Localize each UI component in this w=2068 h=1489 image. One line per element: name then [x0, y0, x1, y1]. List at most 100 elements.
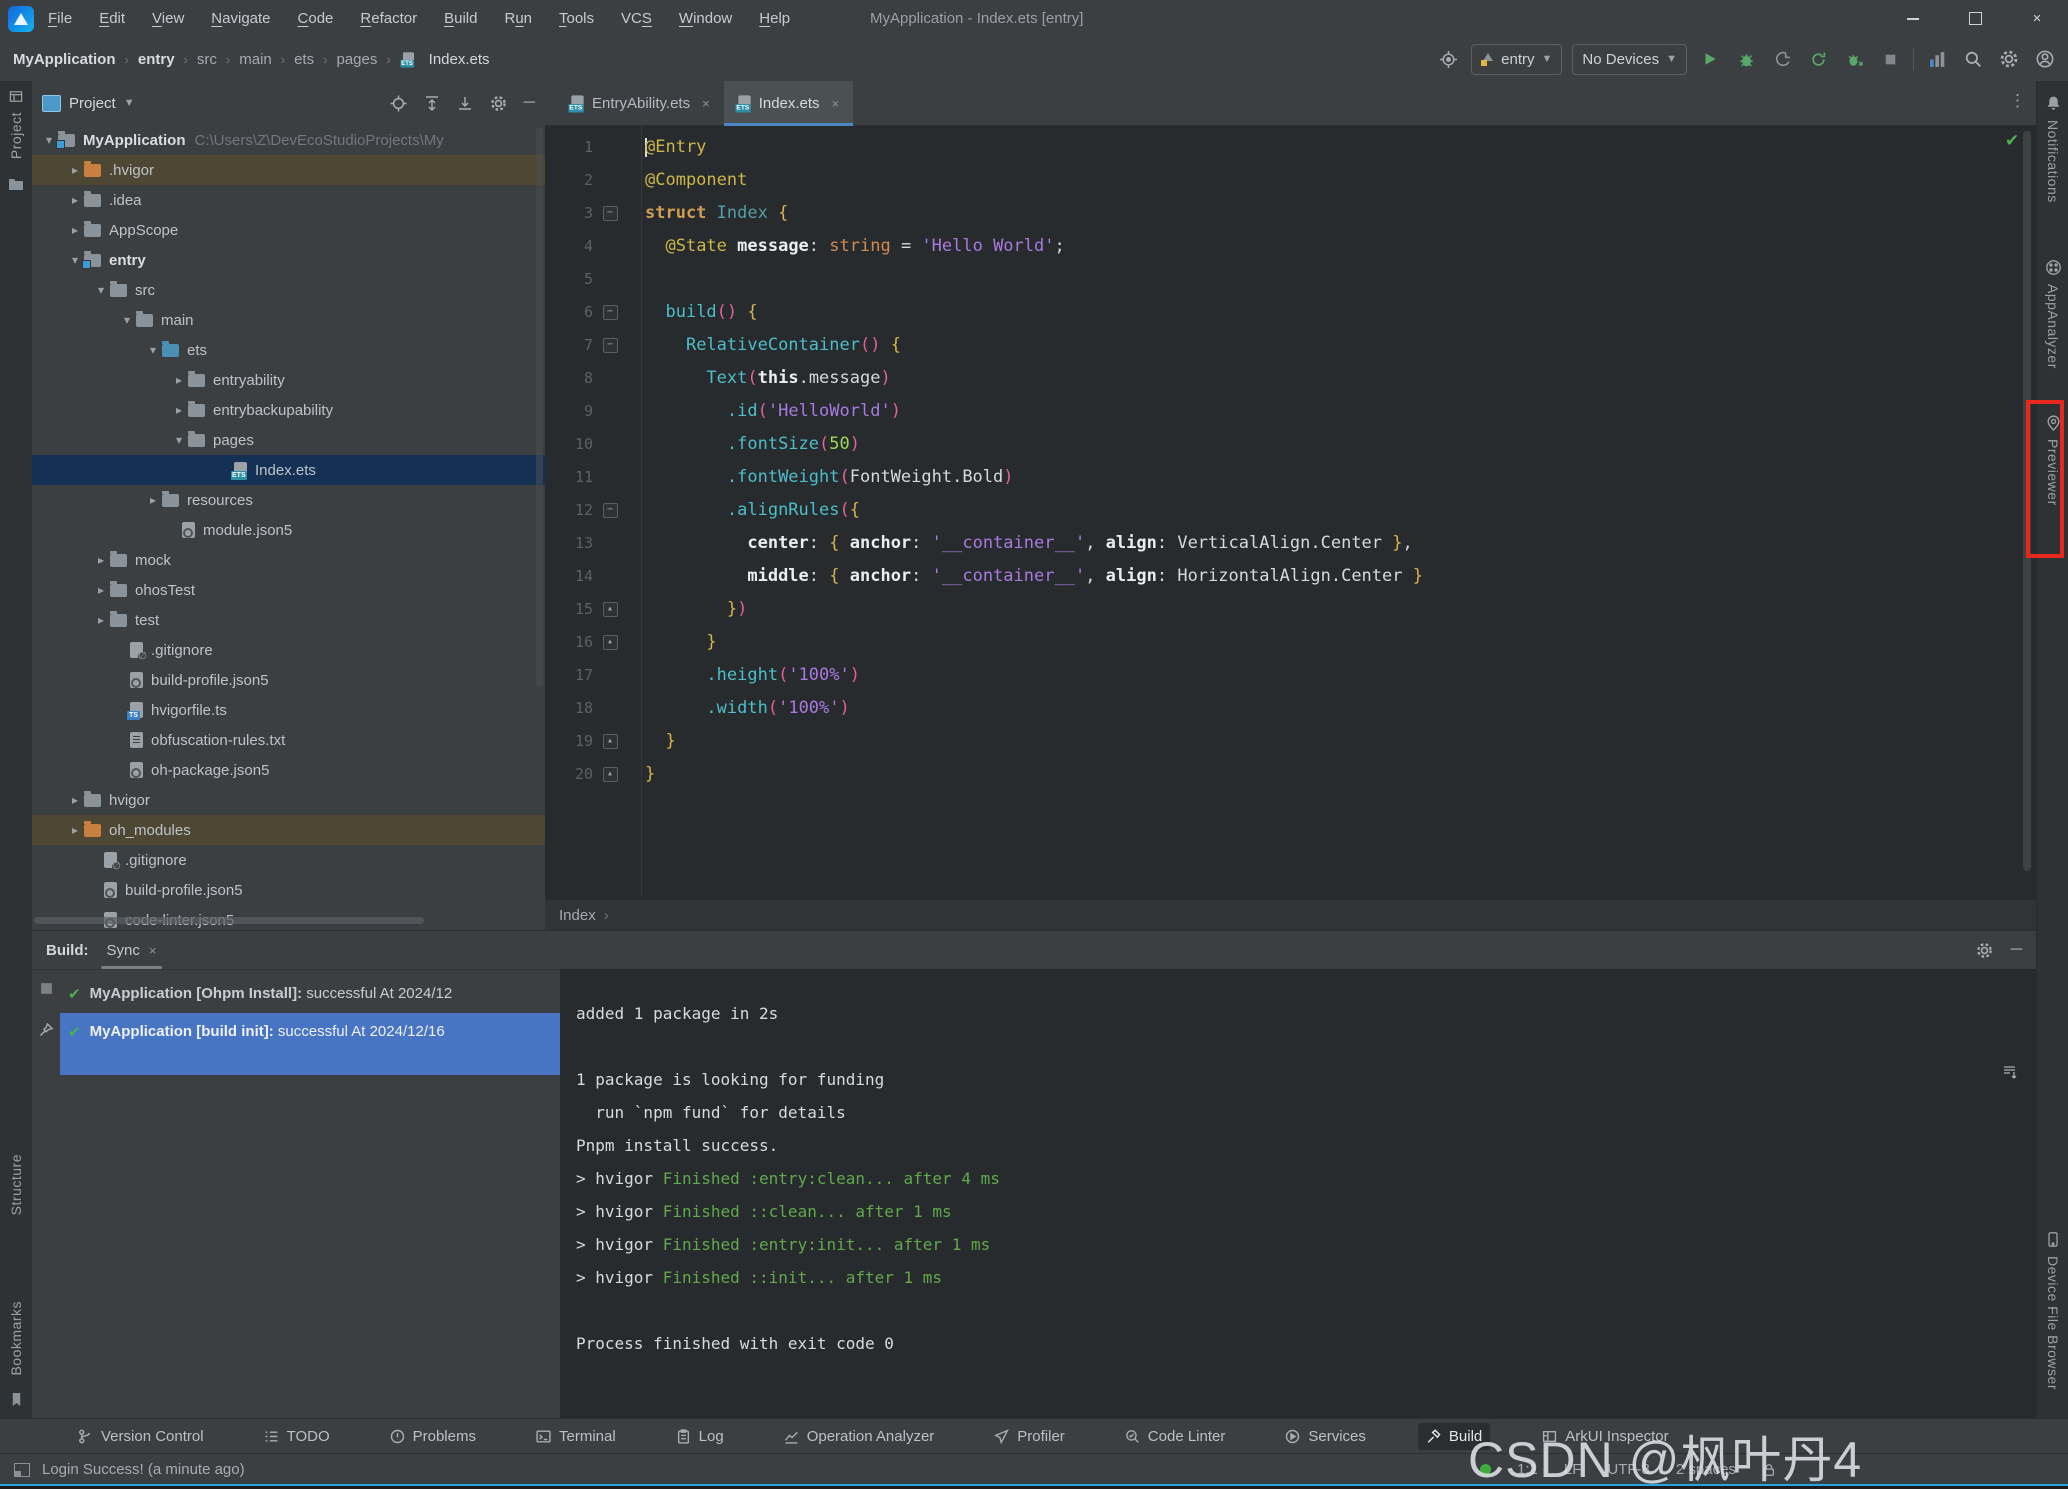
collapse-all-icon[interactable]: [457, 95, 473, 111]
device-manager-icon[interactable]: [1924, 46, 1950, 72]
toolbar-code-linter[interactable]: Code Linter: [1117, 1423, 1234, 1450]
breadcrumb-element[interactable]: Index: [559, 907, 596, 924]
close-tab-icon[interactable]: ×: [149, 943, 157, 958]
toolbar-version-control[interactable]: Version Control: [70, 1423, 212, 1450]
tree-chevron-icon[interactable]: [92, 553, 110, 567]
tree-chevron-icon[interactable]: [92, 613, 110, 627]
fold-marker-icon[interactable]: ▴: [593, 758, 627, 791]
code-line[interactable]: 15 ▴ }): [545, 593, 2016, 626]
tree-horizontal-scrollbar[interactable]: [34, 917, 424, 924]
build-console[interactable]: added 1 package in 2s 1 package is looki…: [560, 969, 2036, 1419]
menu-item[interactable]: Code: [298, 10, 334, 27]
code-line[interactable]: 9 − .id('HelloWorld'): [545, 395, 2016, 428]
tree-chevron-icon[interactable]: [144, 493, 162, 507]
tree-row[interactable]: hvigor: [32, 785, 545, 815]
tab-entryability[interactable]: EntryAbility.ets ×: [557, 81, 724, 125]
menu-item[interactable]: Edit: [99, 10, 125, 27]
build-settings-gear-icon[interactable]: [1976, 942, 1993, 959]
tree-chevron-icon[interactable]: [170, 403, 188, 417]
code-line[interactable]: 12 − .alignRules({: [545, 494, 2016, 527]
close-tab-icon[interactable]: ×: [832, 96, 840, 111]
tree-row[interactable]: module.json5: [32, 515, 545, 545]
project-tool-button[interactable]: Project: [0, 89, 32, 191]
tree-row[interactable]: ets: [32, 335, 545, 365]
code-line[interactable]: 10 − .fontSize(50): [545, 428, 2016, 461]
run-config-selector[interactable]: entry▼: [1471, 44, 1562, 75]
tree-chevron-icon[interactable]: [66, 223, 84, 237]
toolbar-terminal[interactable]: Terminal: [528, 1423, 624, 1450]
locate-file-icon[interactable]: [390, 95, 407, 112]
tree-row[interactable]: main: [32, 305, 545, 335]
menu-item[interactable]: VCS: [621, 10, 652, 27]
tree-row[interactable]: hvigorfile.ts: [32, 695, 545, 725]
tree-row[interactable]: obfuscation-rules.txt: [32, 725, 545, 755]
code-line[interactable]: 18 − .width('100%'): [545, 692, 2016, 725]
tree-row[interactable]: test: [32, 605, 545, 635]
code-line[interactable]: 17 − .height('100%'): [545, 659, 2016, 692]
tree-row[interactable]: pages: [32, 425, 545, 455]
code-line[interactable]: 5 −: [545, 263, 2016, 296]
code-line[interactable]: 16 ▴ }: [545, 626, 2016, 659]
tree-row[interactable]: resources: [32, 485, 545, 515]
tab-sync[interactable]: Sync ×: [107, 931, 157, 969]
tree-chevron-icon[interactable]: [144, 343, 162, 357]
fold-marker-icon[interactable]: −: [593, 494, 627, 527]
code-line[interactable]: 7 − RelativeContainer() {: [545, 329, 2016, 362]
menu-item[interactable]: Window: [679, 10, 732, 27]
tree-chevron-icon[interactable]: [118, 313, 136, 327]
profiler-attach-icon[interactable]: [1769, 46, 1795, 72]
code-line[interactable]: 3 − struct Index {: [545, 197, 2016, 230]
project-panel-title[interactable]: Project: [69, 95, 116, 112]
code-line[interactable]: 14 − middle: { anchor: '__container__', …: [545, 560, 2016, 593]
rerun-button[interactable]: [1805, 46, 1831, 72]
settings-gear-icon[interactable]: [1996, 46, 2022, 72]
scroll-to-end-icon[interactable]: [2002, 1064, 2018, 1080]
build-message-row[interactable]: ✔ MyApplication [Ohpm Install]: successf…: [60, 975, 560, 1013]
tree-row[interactable]: Index.ets: [32, 455, 545, 485]
tree-row[interactable]: .idea: [32, 185, 545, 215]
breadcrumb-item[interactable]: MyApplication: [13, 51, 116, 68]
code-line[interactable]: 19 ▴ }: [545, 725, 2016, 758]
search-icon[interactable]: [1960, 46, 1986, 72]
profile-avatar[interactable]: [2032, 46, 2058, 72]
code-line[interactable]: 11 − .fontWeight(FontWeight.Bold): [545, 461, 2016, 494]
breadcrumb-item[interactable]: main: [239, 51, 272, 68]
fold-marker-icon[interactable]: ▴: [593, 593, 627, 626]
hide-panel-icon[interactable]: ─: [524, 94, 535, 112]
maximize-button[interactable]: [1944, 0, 2006, 37]
tree-row[interactable]: build-profile.json5: [32, 665, 545, 695]
attach-debugger-button[interactable]: [1841, 46, 1867, 72]
tab-overflow-icon[interactable]: ⋮: [2009, 91, 2026, 111]
menu-item[interactable]: Help: [759, 10, 790, 27]
tree-row[interactable]: .hvigor: [32, 155, 545, 185]
tree-chevron-icon[interactable]: [66, 193, 84, 207]
toolbar-todo[interactable]: TODO: [256, 1423, 338, 1450]
close-tab-icon[interactable]: ×: [702, 96, 710, 111]
toolbar-profiler[interactable]: Profiler: [986, 1423, 1073, 1450]
code-line[interactable]: 6 − build() {: [545, 296, 2016, 329]
bookmarks-tool-button[interactable]: Bookmarks: [0, 1293, 32, 1407]
tree-chevron-icon[interactable]: [66, 793, 84, 807]
tree-row[interactable]: entry: [32, 245, 545, 275]
target-icon[interactable]: [1435, 46, 1461, 72]
stop-button[interactable]: [1877, 46, 1903, 72]
tree-chevron-icon[interactable]: [92, 283, 110, 297]
structure-tool-button[interactable]: Structure: [0, 1146, 32, 1223]
menu-item[interactable]: Refactor: [360, 10, 417, 27]
breadcrumb-current-file[interactable]: Index.ets: [400, 51, 490, 68]
device-file-browser-tool-button[interactable]: Device File Browser: [2037, 1231, 2068, 1398]
breadcrumb-item[interactable]: src: [197, 51, 217, 68]
notifications-tool-button[interactable]: Notifications: [2037, 95, 2068, 211]
tree-row[interactable]: ohosTest: [32, 575, 545, 605]
menu-item[interactable]: File: [48, 10, 72, 27]
tree-row[interactable]: oh-package.json5: [32, 755, 545, 785]
app-analyzer-tool-button[interactable]: AppAnalyzer: [2037, 259, 2068, 377]
code-line[interactable]: 13 − center: { anchor: '__container__', …: [545, 527, 2016, 560]
close-button[interactable]: ×: [2006, 0, 2068, 37]
tree-row[interactable]: mock: [32, 545, 545, 575]
expand-all-icon[interactable]: [424, 95, 440, 111]
fold-marker-icon[interactable]: −: [593, 197, 627, 230]
minimize-button[interactable]: [1882, 0, 1944, 37]
tree-chevron-icon[interactable]: [66, 823, 84, 837]
breadcrumb-item[interactable]: entry: [138, 51, 175, 68]
